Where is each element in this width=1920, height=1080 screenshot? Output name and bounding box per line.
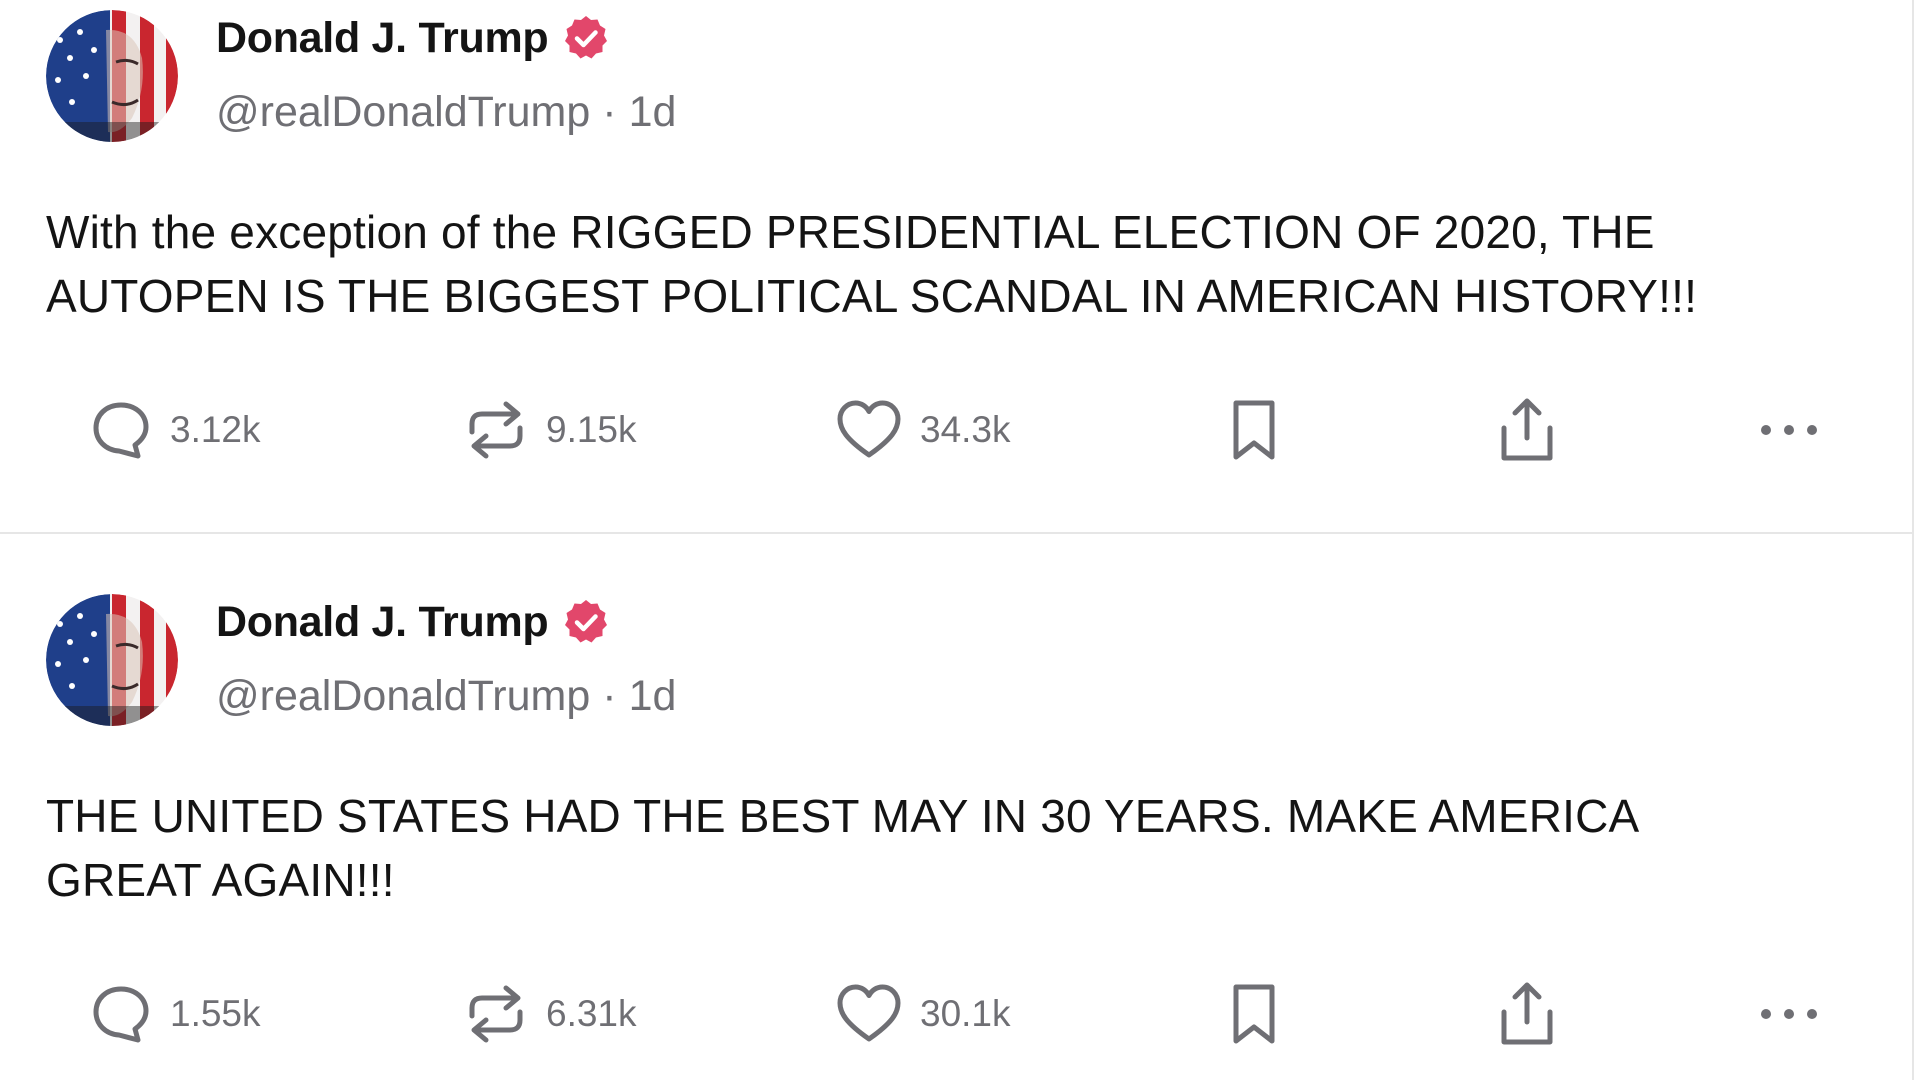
repost-button[interactable]: 9.15k xyxy=(464,390,637,470)
post-text: With the exception of the RIGGED PRESIDE… xyxy=(46,206,1698,322)
like-count: 34.3k xyxy=(920,409,1011,450)
bookmark-button[interactable] xyxy=(1228,974,1280,1054)
repost-count: 6.31k xyxy=(546,993,637,1034)
share-button[interactable] xyxy=(1496,390,1558,470)
reply-count: 3.12k xyxy=(170,409,261,450)
repost-icon xyxy=(469,401,523,459)
avatar-image xyxy=(46,594,178,726)
heart-icon xyxy=(837,400,901,458)
share-icon xyxy=(1501,398,1553,461)
more-options-button[interactable] xyxy=(1758,390,1820,470)
author-name-row[interactable]: Donald J. Trump xyxy=(216,10,610,66)
repost-count: 9.15k xyxy=(546,409,637,450)
repost-icon xyxy=(469,985,523,1043)
share-icon xyxy=(1501,982,1553,1045)
bookmark-button[interactable] xyxy=(1228,390,1280,470)
post-feed: Donald J. Trump @realDonaldTrump · 1d With… xyxy=(0,0,1914,1080)
author-name-row[interactable]: Donald J. Trump xyxy=(216,594,610,650)
reply-bubble-icon xyxy=(93,402,149,459)
author-handle[interactable]: @realDonaldTrump xyxy=(216,88,590,136)
meta-separator: · xyxy=(602,672,617,720)
handle-row: @realDonaldTrump · 1d xyxy=(216,672,676,721)
post-timestamp[interactable]: 1d xyxy=(629,88,677,136)
handle-row: @realDonaldTrump · 1d xyxy=(216,88,676,137)
author-name[interactable]: Donald J. Trump xyxy=(216,598,549,647)
reply-count: 1.55k xyxy=(170,993,261,1034)
verified-badge-icon xyxy=(565,600,608,643)
avatar-image xyxy=(46,10,178,142)
avatar[interactable] xyxy=(46,10,178,142)
like-button[interactable]: 34.3k xyxy=(836,390,1011,470)
avatar[interactable] xyxy=(46,594,178,726)
bookmark-icon xyxy=(1233,400,1275,460)
bookmark-icon xyxy=(1233,984,1275,1044)
more-dots-icon xyxy=(1761,1009,1817,1019)
heart-icon xyxy=(837,984,901,1042)
more-options-button[interactable] xyxy=(1758,974,1820,1054)
reply-button[interactable]: 3.12k xyxy=(90,390,261,470)
share-button[interactable] xyxy=(1496,974,1558,1054)
author-handle[interactable]: @realDonaldTrump xyxy=(216,672,590,720)
like-count: 30.1k xyxy=(920,993,1011,1034)
reply-bubble-icon xyxy=(93,986,149,1043)
more-dots-icon xyxy=(1761,425,1817,435)
repost-button[interactable]: 6.31k xyxy=(464,974,637,1054)
like-button[interactable]: 30.1k xyxy=(836,974,1011,1054)
meta-separator: · xyxy=(602,88,617,136)
post-actions: 3.12k 9.15k 34.3k xyxy=(0,390,1912,470)
post-timestamp[interactable]: 1d xyxy=(629,672,677,720)
author-name[interactable]: Donald J. Trump xyxy=(216,14,549,63)
post-text: THE UNITED STATES HAD THE BEST MAY IN 30… xyxy=(46,790,1640,906)
reply-button[interactable]: 1.55k xyxy=(90,974,261,1054)
verified-badge-icon xyxy=(565,16,608,59)
post-item[interactable]: Donald J. Trump @realDonaldTrump · 1d THE … xyxy=(0,584,1912,1080)
post-item[interactable]: Donald J. Trump @realDonaldTrump · 1d With… xyxy=(0,0,1912,534)
post-actions: 1.55k 6.31k 30.1k xyxy=(0,974,1912,1054)
